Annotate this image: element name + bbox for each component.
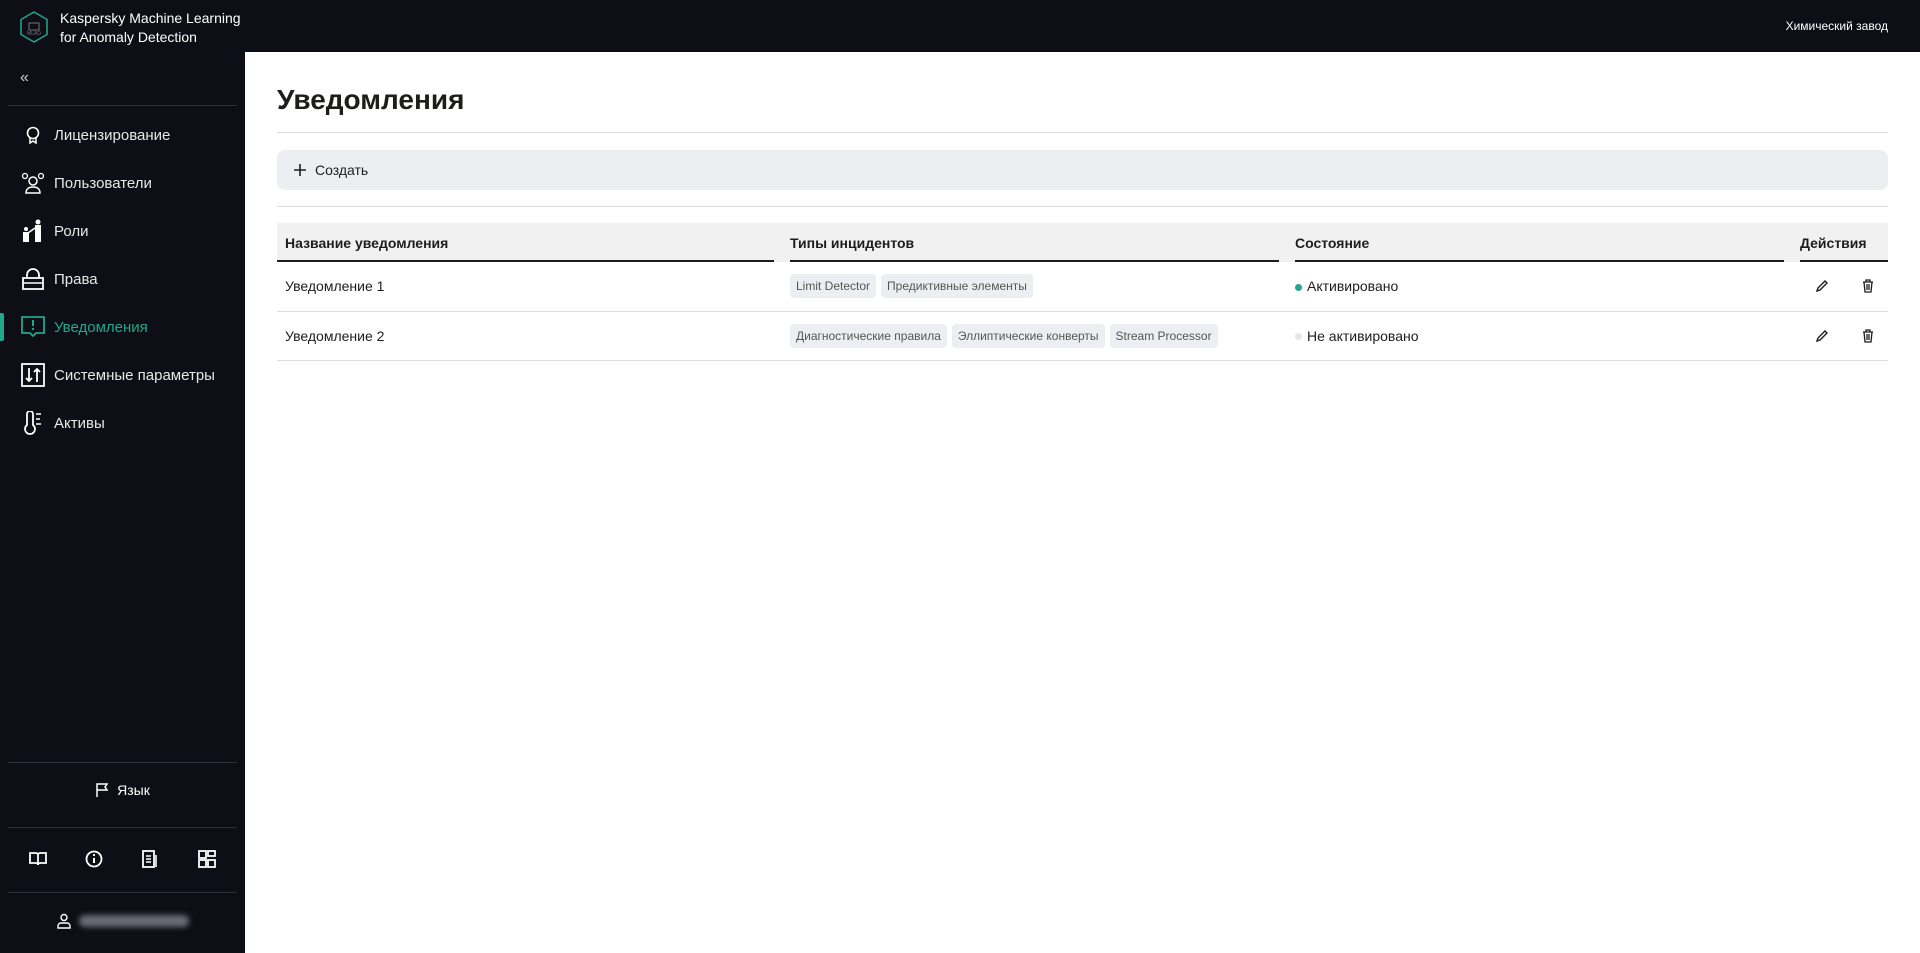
divider (8, 762, 237, 763)
kml-logo-icon: MLAD (20, 11, 48, 43)
user-icon (56, 913, 71, 929)
sidebar-item-system-settings[interactable]: Системные параметры (0, 355, 245, 395)
sidebar-item-assets[interactable]: Активы (0, 403, 245, 443)
main-content: Уведомления Создать Название уведомления… (245, 52, 1920, 953)
language-button[interactable]: Язык (0, 782, 245, 798)
incident-type-tag: Предиктивные элементы (881, 274, 1033, 299)
svg-text:MLAD: MLAD (27, 31, 41, 37)
language-label: Язык (117, 782, 150, 798)
status-text: Не активировано (1307, 327, 1419, 344)
sidebar-item-licensing[interactable]: Лицензирование (0, 115, 245, 155)
divider (8, 892, 237, 893)
edit-icon[interactable] (1810, 274, 1834, 298)
help-toolbar (0, 847, 245, 871)
release-notes-icon[interactable] (139, 847, 163, 871)
info-icon[interactable] (82, 847, 106, 871)
collapse-sidebar-icon[interactable]: « (20, 69, 29, 87)
delete-icon[interactable] (1856, 274, 1880, 298)
table-row[interactable]: Уведомление 1 Limit Detector Предиктивные… (277, 262, 1888, 312)
status-dot-inactive (1295, 333, 1302, 341)
users-icon (20, 171, 46, 195)
flag-icon (96, 783, 109, 797)
user-email-redacted (78, 915, 189, 927)
status-text: Активировано (1307, 278, 1399, 295)
divider (8, 105, 237, 106)
column-header-incident-types[interactable]: Типы инцидентов (782, 223, 1287, 262)
table-row[interactable]: Уведомление 2 Диагностические правила Элл… (277, 311, 1888, 361)
divider (277, 132, 1888, 133)
notification-icon (20, 315, 46, 339)
page-title: Уведомления (277, 84, 465, 115)
sidebar-item-label: Активы (54, 414, 105, 432)
column-header-name[interactable]: Название уведомления (277, 223, 782, 262)
status-dot-active (1295, 284, 1302, 292)
column-header-actions: Действия (1792, 223, 1888, 262)
thermometer-icon (20, 411, 46, 435)
sidebar-item-notifications[interactable]: Уведомления (0, 307, 245, 347)
incident-type-tag: Limit Detector (790, 274, 877, 299)
sidebar-item-label: Уведомления (54, 318, 148, 336)
sidebar-item-users[interactable]: Пользователи (0, 163, 245, 203)
app-title: Kaspersky Machine Learning for Anomaly De… (60, 10, 241, 45)
user-account[interactable] (0, 913, 245, 929)
edit-icon[interactable] (1810, 324, 1834, 348)
incident-type-tag: Диагностические правила (790, 323, 947, 348)
state-cell: Активировано (1287, 262, 1792, 312)
sidebar-item-permissions[interactable]: Права (0, 259, 245, 299)
sidebar-item-label: Роли (54, 222, 89, 240)
sidebar-item-label: Пользователи (54, 174, 152, 192)
column-header-state[interactable]: Состояние (1287, 223, 1792, 262)
incident-type-tag: Эллиптические конверты (951, 323, 1105, 348)
sidebar-item-roles[interactable]: Роли (0, 211, 245, 251)
create-label: Создать (315, 162, 369, 178)
incident-type-tag: Stream Processor (1109, 323, 1218, 348)
create-button[interactable]: Создать (277, 150, 1888, 190)
divider (277, 206, 1888, 207)
plus-icon (294, 164, 306, 176)
license-icon (20, 123, 46, 147)
sidebar-item-label: Системные параметры (54, 366, 215, 384)
top-bar: MLAD Kaspersky Machine Learning for Anoma… (0, 0, 1920, 52)
lock-icon (20, 267, 46, 291)
notification-name[interactable]: Уведомление 2 (277, 311, 782, 361)
sidebar-item-label: Лицензирование (54, 126, 171, 144)
roles-icon (20, 219, 46, 243)
apps-icon[interactable] (195, 847, 219, 871)
settings-icon (20, 363, 46, 387)
state-cell: Не активировано (1287, 311, 1792, 361)
notifications-table: Название уведомления Типы инцидентов Сос… (277, 223, 1888, 361)
organization-name[interactable]: Химический завод (1786, 19, 1888, 33)
delete-icon[interactable] (1856, 324, 1880, 348)
notification-name[interactable]: Уведомление 1 (277, 262, 782, 312)
sidebar-item-label: Права (54, 270, 98, 288)
divider (8, 827, 237, 828)
sidebar: « Лицензирование Пользователи Роли Права… (0, 52, 245, 953)
book-icon[interactable] (26, 847, 50, 871)
